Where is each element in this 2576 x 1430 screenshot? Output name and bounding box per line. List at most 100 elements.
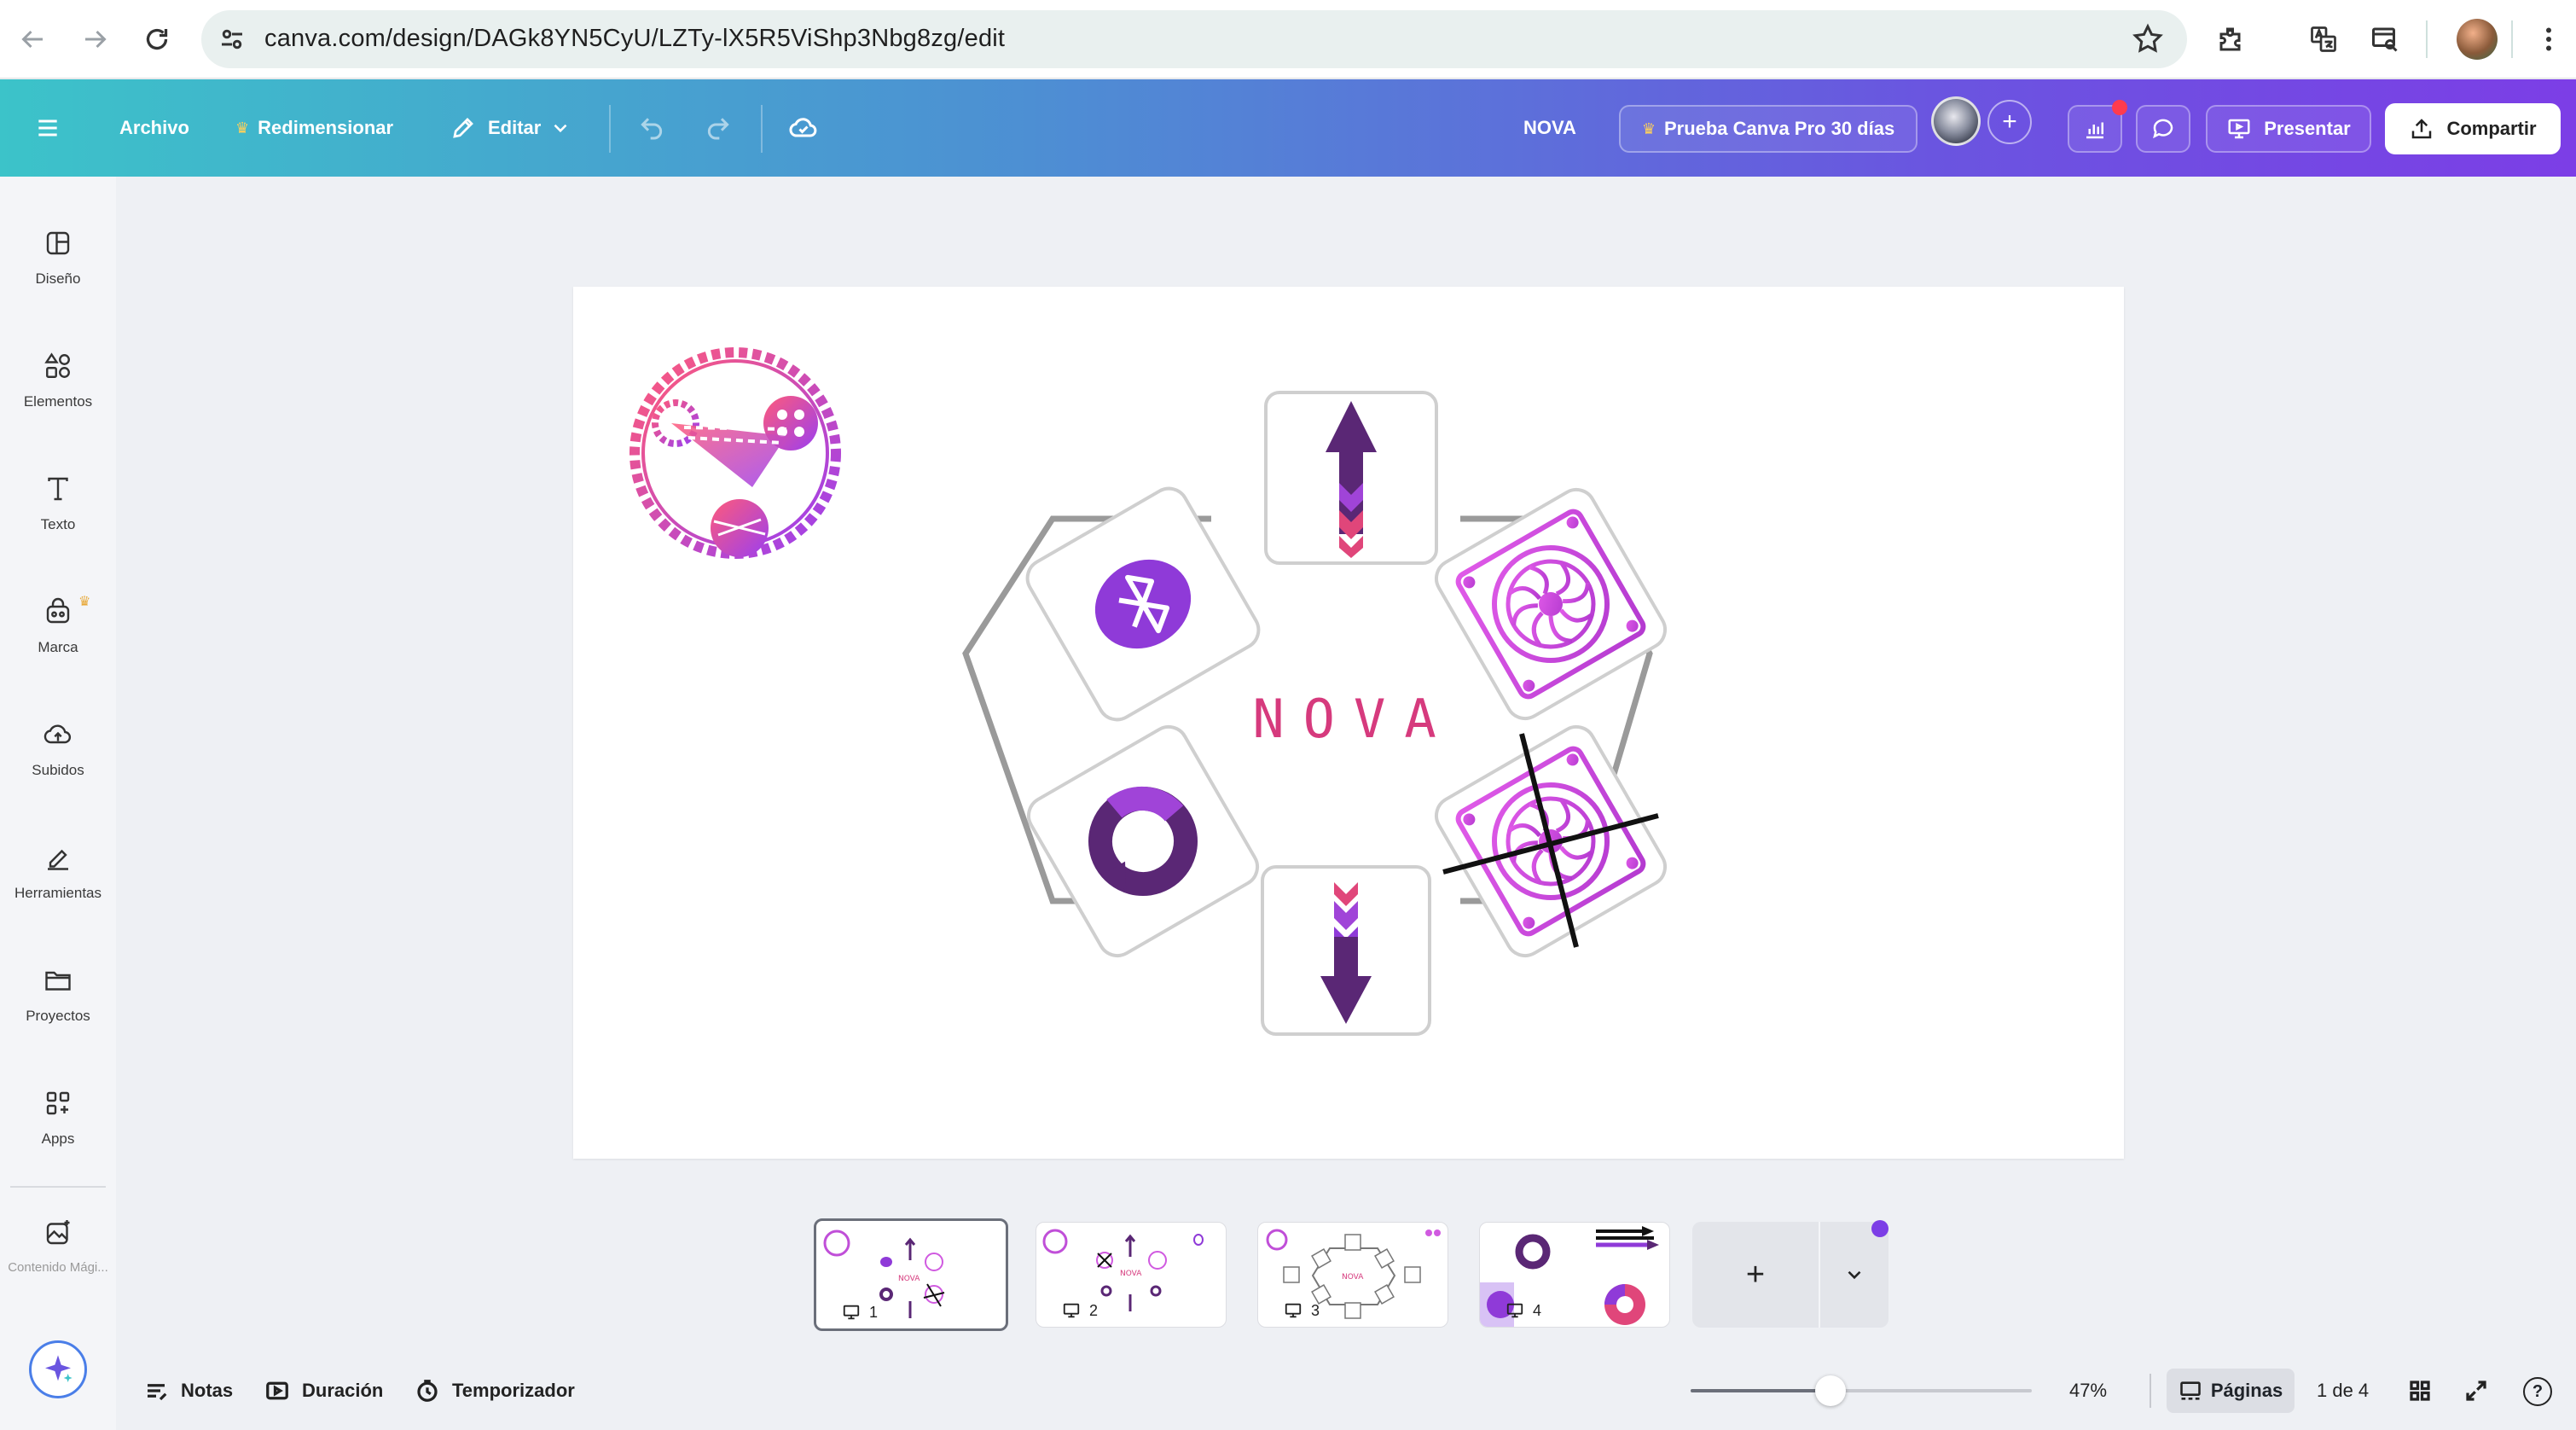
sparkle-icon: [45, 1355, 73, 1382]
notes-icon: [148, 1384, 167, 1401]
notification-dot: [1871, 1220, 1888, 1237]
present-icon: [1506, 1303, 1523, 1318]
pen-icon: [48, 849, 68, 870]
hamburger-icon[interactable]: [34, 79, 68, 177]
present-icon: [2228, 119, 2250, 139]
design-canvas[interactable]: NOVA: [573, 287, 2124, 1159]
present-icon: [1063, 1303, 1080, 1318]
cloud-saved-icon[interactable]: [788, 79, 819, 177]
page-thumbnail-2[interactable]: NOVA 2: [1036, 1222, 1227, 1328]
text-icon: [48, 477, 68, 501]
trial-button[interactable]: ♛ Prueba Canva Pro 30 días: [1619, 105, 1917, 153]
sidebar-divider: [10, 1186, 106, 1188]
sidebar-item-magic-media[interactable]: Contenido Mági...: [0, 1200, 116, 1303]
fullscreen-icon[interactable]: [2463, 1360, 2501, 1421]
forward-icon[interactable]: [72, 15, 119, 63]
sidebar-item-tools[interactable]: Herramientas: [0, 825, 116, 927]
toolbar-divider: [609, 105, 611, 153]
page-number: 1: [842, 1303, 878, 1322]
present-icon: [843, 1305, 860, 1320]
file-menu[interactable]: Archivo: [119, 79, 189, 177]
shapes-icon: [44, 352, 70, 378]
folder-icon: [45, 971, 71, 991]
gear-logo: [629, 347, 841, 559]
present-button[interactable]: Presentar: [2206, 105, 2371, 153]
sidebar-item-brand[interactable]: Marca ♛: [0, 579, 116, 682]
upload-icon: [2412, 119, 2432, 139]
page-thumbnail-1[interactable]: NOVA 1: [814, 1218, 1008, 1331]
present-icon: [1285, 1303, 1302, 1318]
chevron-down-icon: [554, 124, 567, 133]
edit-mode-button[interactable]: Editar: [450, 79, 571, 177]
sidebar-item-label: Proyectos: [26, 1008, 90, 1024]
sidebar-item-label: Marca: [38, 639, 78, 655]
profile-avatar[interactable]: [2457, 19, 2498, 60]
duration-icon: [266, 1381, 288, 1400]
redo-icon[interactable]: [705, 79, 732, 177]
toolbar-divider: [761, 105, 763, 153]
resize-button[interactable]: ♛ Redimensionar: [235, 79, 393, 177]
sidebar-item-elements[interactable]: Elementos: [0, 334, 116, 436]
reload-icon[interactable]: [133, 15, 181, 63]
divider: [2150, 1374, 2151, 1408]
document-title[interactable]: NOVA: [1523, 79, 1576, 177]
magic-assistant-button[interactable]: [29, 1340, 87, 1398]
nova-wordmark[interactable]: NOVA: [1230, 688, 1477, 750]
duration-button[interactable]: Duración: [264, 1360, 383, 1421]
browser-menu-icon[interactable]: [2525, 15, 2573, 63]
url-text: canva.com/design/DAGk8YN5CyU/LZTy-lX5R5V…: [264, 25, 1006, 52]
sidebar-item-text[interactable]: Texto: [0, 456, 116, 559]
sidebar-item-design[interactable]: Diseño: [0, 211, 116, 313]
sidebar-item-label: Subidos: [32, 762, 84, 778]
zoom-slider-fill: [1691, 1389, 1830, 1392]
tab-search-icon[interactable]: [2361, 15, 2409, 63]
page-thumbnail-4[interactable]: 4: [1479, 1222, 1670, 1328]
address-bar[interactable]: canva.com/design/DAGk8YN5CyU/LZTy-lX5R5V…: [201, 10, 2187, 68]
pages-view-button[interactable]: Páginas: [2167, 1369, 2295, 1413]
tile-up-arrow: [1264, 391, 1438, 565]
apps-icon: [46, 1091, 70, 1115]
magic-image-icon: [46, 1220, 70, 1245]
sidebar-item-label: Texto: [40, 516, 76, 532]
left-sidebar: Diseño Elementos Texto Marca ♛ Subidos H…: [0, 177, 116, 1430]
back-icon[interactable]: [9, 15, 56, 63]
site-settings-icon[interactable]: [217, 24, 247, 55]
editor-toolbar: Archivo ♛ Redimensionar Editar NOVA ♛ Pr…: [0, 79, 2576, 177]
share-button[interactable]: Compartir: [2385, 103, 2561, 154]
notification-dot: [2112, 100, 2127, 115]
svg-text:NOVA: NOVA: [1342, 1273, 1364, 1282]
comments-icon[interactable]: [2136, 105, 2190, 153]
pencil-icon: [453, 118, 473, 138]
add-collaborator-icon[interactable]: +: [1987, 100, 2032, 144]
share-label: Compartir: [2446, 118, 2537, 139]
edit-label: Editar: [488, 117, 542, 138]
bottom-bar: Notas Duración Temporizador 47% Páginas …: [116, 1360, 2576, 1421]
add-page-group: +: [1692, 1220, 1888, 1328]
brand-icon: [46, 597, 70, 624]
notes-button[interactable]: Notas: [143, 1360, 233, 1421]
timer-icon: [417, 1380, 438, 1402]
cloud-upload-icon: [44, 724, 72, 744]
zoom-slider-thumb[interactable]: [1815, 1375, 1846, 1406]
sidebar-item-uploads[interactable]: Subidos: [0, 702, 116, 805]
resize-label: Redimensionar: [258, 117, 394, 138]
page-options-chevron-icon[interactable]: [1820, 1222, 1888, 1328]
bookmark-star-icon[interactable]: [2131, 22, 2165, 56]
zoom-slider-track[interactable]: [1691, 1375, 2032, 1406]
help-button[interactable]: ?: [2523, 1377, 2552, 1406]
sidebar-item-projects[interactable]: Proyectos: [0, 948, 116, 1050]
page-number: 3: [1284, 1301, 1320, 1320]
user-avatar[interactable]: [1931, 96, 1981, 146]
translate-icon[interactable]: [2300, 15, 2347, 63]
add-page-button[interactable]: +: [1692, 1222, 1819, 1328]
extensions-icon[interactable]: [2208, 15, 2255, 63]
sidebar-item-label: Contenido Mági...: [8, 1260, 108, 1275]
zoom-value[interactable]: 47%: [2069, 1360, 2107, 1421]
timer-button[interactable]: Temporizador: [415, 1360, 575, 1421]
browser-bar: canva.com/design/DAGk8YN5CyU/LZTy-lX5R5V…: [0, 0, 2576, 78]
grid-view-icon[interactable]: [2407, 1360, 2445, 1421]
sidebar-item-apps[interactable]: Apps: [0, 1071, 116, 1173]
undo-icon[interactable]: [638, 79, 665, 177]
page-thumbnail-3[interactable]: NOVA 3: [1257, 1222, 1448, 1328]
layout-icon: [46, 231, 70, 255]
